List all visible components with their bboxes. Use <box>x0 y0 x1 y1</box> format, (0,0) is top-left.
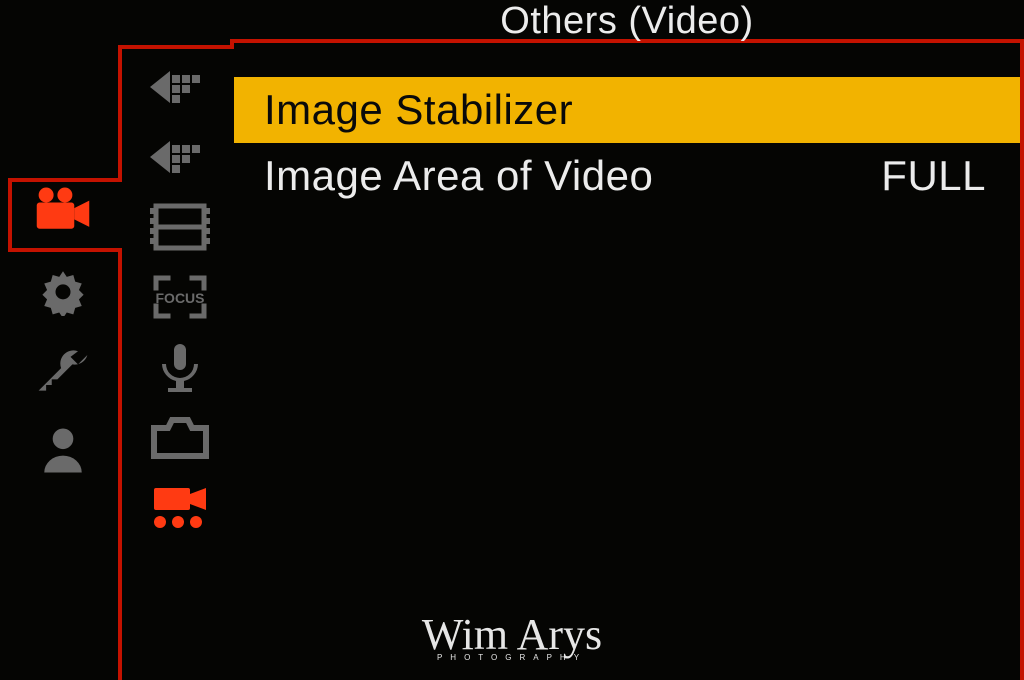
subtab-image-quality-1[interactable] <box>148 62 212 112</box>
frame-border <box>118 45 122 178</box>
category-tab-mymenu[interactable] <box>33 424 93 476</box>
subtab-image-format[interactable] <box>148 202 212 252</box>
camera-outline-icon <box>148 412 212 462</box>
subtab-focus[interactable]: FOCUS <box>148 272 212 322</box>
wrench-icon <box>33 344 93 396</box>
svg-text:FOCUS: FOCUS <box>156 290 205 306</box>
menu-item-image-stabilizer[interactable]: Image Stabilizer <box>234 77 1020 143</box>
subtab-audio[interactable] <box>148 342 212 392</box>
menu-item-label: Image Area of Video <box>264 152 653 200</box>
watermark: Wim Arys PHOTOGRAPHY <box>422 613 602 662</box>
arrow-pixels-icon <box>148 132 212 182</box>
film-strip-icon <box>148 202 212 252</box>
focus-bracket-icon: FOCUS <box>148 272 212 322</box>
gear-icon <box>33 264 93 316</box>
subtab-monitor[interactable] <box>148 412 212 462</box>
menu-item-image-area-of-video[interactable]: Image Area of Video FULL <box>234 143 1020 209</box>
subtab-others[interactable] <box>148 482 212 532</box>
video-others-icon <box>148 482 212 532</box>
frame-border <box>1020 39 1024 680</box>
microphone-icon <box>148 342 212 392</box>
page-title: Others (Video) <box>230 0 1024 43</box>
subtab-image-quality-2[interactable] <box>148 132 212 182</box>
frame-border <box>8 178 122 182</box>
watermark-signature: Wim Arys <box>422 613 602 657</box>
arrow-pixels-icon <box>148 62 212 112</box>
person-icon <box>33 424 93 476</box>
video-camera-icon <box>33 184 93 236</box>
menu-item-label: Image Stabilizer <box>264 86 573 134</box>
frame-border <box>118 248 122 680</box>
subtab-column: FOCUS <box>140 62 220 532</box>
frame-border <box>8 178 12 248</box>
category-tab-custom[interactable] <box>33 264 93 316</box>
category-tab-setup[interactable] <box>33 344 93 396</box>
menu-item-value: FULL <box>881 152 986 200</box>
menu-list: Image Stabilizer Image Area of Video FUL… <box>234 77 1020 209</box>
frame-border <box>118 45 234 49</box>
category-tabs <box>18 184 108 476</box>
category-tab-video[interactable] <box>33 184 93 236</box>
watermark-subtitle: PHOTOGRAPHY <box>422 653 602 662</box>
